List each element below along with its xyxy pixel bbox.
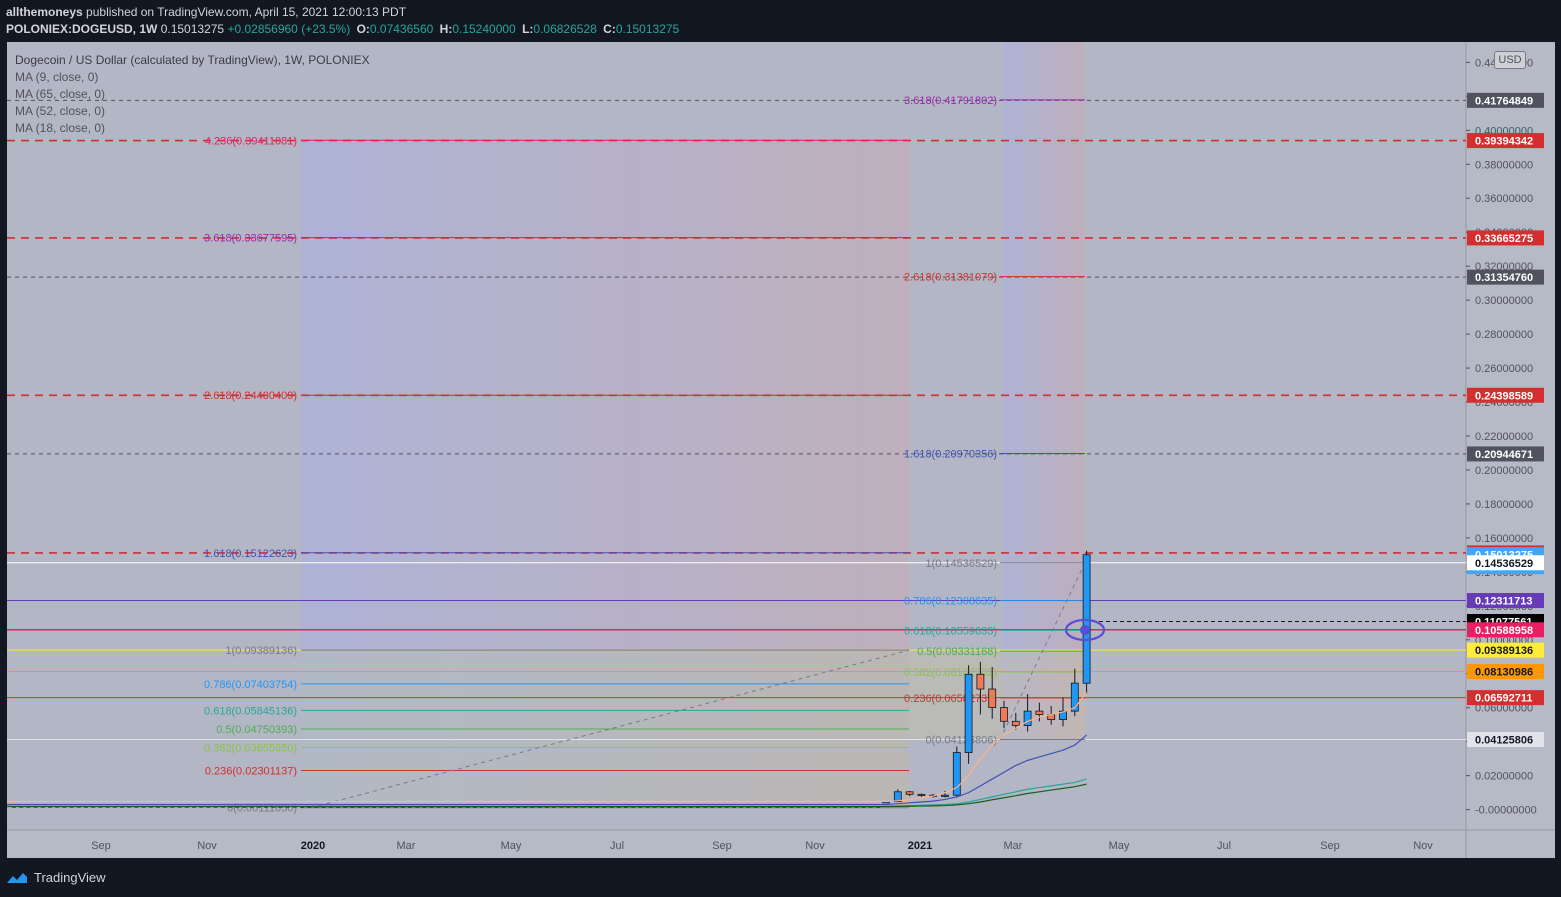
- price-tag-label: 0.12311713: [1475, 596, 1533, 608]
- x-tick-label: May: [1109, 840, 1130, 852]
- fib-label: 0.5(0.09331168): [917, 646, 997, 658]
- fib-label: 0.236(0.06582737): [904, 693, 997, 705]
- tradingview-logo[interactable]: TradingView: [6, 870, 106, 885]
- price-tag-label: 0.08130986: [1475, 667, 1533, 679]
- price-tag-label: 0.06592711: [1475, 693, 1533, 705]
- footer-bar: TradingView: [0, 860, 1561, 897]
- price-tag-label: 0.10588958: [1475, 625, 1533, 637]
- brand-label: TradingView: [34, 870, 106, 885]
- fib-label: 2.618(0.24400409): [204, 390, 297, 402]
- y-tick-label: 0.28000000: [1475, 329, 1533, 341]
- fib-label: 0.618(0.05845136): [204, 705, 297, 717]
- fib-label: 3.618(0.33677595): [204, 233, 297, 245]
- y-tick-label: 0.30000000: [1475, 295, 1533, 307]
- legend-ma-18[interactable]: MA (18, close, 0): [15, 120, 370, 137]
- price-tag-label: 0.09389136: [1475, 645, 1533, 657]
- currency-badge[interactable]: USD: [1494, 51, 1526, 69]
- fib-label: 3.618(0.41791802): [904, 95, 997, 107]
- x-tick-label: 2021: [908, 840, 932, 852]
- price-tag-label: 0.39394342: [1475, 136, 1533, 148]
- fib-label: 1(0.09389136): [225, 645, 297, 657]
- y-tick-label: 0.20000000: [1475, 465, 1533, 477]
- x-tick-label: Jul: [610, 840, 624, 852]
- fib-label: 0.5(0.04750393): [216, 724, 297, 736]
- candle-body: [917, 793, 926, 796]
- x-tick-label: Nov: [805, 840, 825, 852]
- y-tick-label: 0.22000000: [1475, 431, 1533, 443]
- price-tag-label: 0.31354760: [1475, 272, 1533, 284]
- fib-label: 0.618(0.10559633): [904, 625, 997, 637]
- y-tick-label: 0.38000000: [1475, 159, 1533, 171]
- x-tick-label: 2020: [301, 840, 325, 852]
- price-tag-label: 0.04125806: [1475, 735, 1533, 747]
- y-tick-label: 0.16000000: [1475, 533, 1533, 545]
- x-tick-label: May: [501, 840, 522, 852]
- fib-zone: [1003, 42, 1085, 740]
- price-tag-label: 0.14536529: [1475, 558, 1533, 570]
- candle-body: [1035, 710, 1044, 715]
- candle-body: [941, 794, 949, 797]
- price-tag-label: 0.20944671: [1475, 449, 1533, 461]
- x-tick-label: Mar: [1004, 840, 1023, 852]
- y-tick-label: 0.18000000: [1475, 499, 1533, 511]
- legend-ma-52[interactable]: MA (52, close, 0): [15, 103, 370, 120]
- fib-label: 1.618(0.15122623): [204, 548, 297, 560]
- eye-pupil-icon: [1080, 624, 1090, 635]
- x-tick-label: Nov: [1413, 840, 1433, 852]
- x-tick-label: Sep: [1320, 840, 1340, 852]
- x-tick-label: Sep: [712, 840, 732, 852]
- y-tick-label: -0.00000000: [1475, 805, 1537, 817]
- fib-label: 0(0.04125806): [925, 735, 997, 747]
- x-tick-label: Nov: [197, 840, 217, 852]
- candle-body: [976, 673, 985, 690]
- candle-body: [988, 688, 997, 708]
- fib-label: 1(0.14536529): [925, 558, 997, 570]
- legend-ma-65[interactable]: MA (65, close, 0): [15, 86, 370, 103]
- legend-ma-9[interactable]: MA (9, close, 0): [15, 69, 370, 86]
- candle-body: [1011, 720, 1020, 726]
- fib-label: 1.618(0.20970356): [904, 448, 997, 460]
- tradingview-icon: [7, 872, 27, 883]
- fib-label: 0.786(0.07403754): [204, 679, 297, 691]
- price-tag-label: 0.33665275: [1475, 233, 1533, 245]
- x-tick-label: Sep: [91, 840, 111, 852]
- x-tick-label: Mar: [397, 840, 416, 852]
- time-axis: [7, 830, 1466, 858]
- fib-label: 0.382(0.03655650): [204, 743, 297, 755]
- y-tick-label: 0.26000000: [1475, 363, 1533, 375]
- fib-label: 2.618(0.31381079): [904, 272, 997, 284]
- legend-title: Dogecoin / US Dollar (calculated by Trad…: [15, 53, 370, 67]
- candle-body: [905, 791, 914, 795]
- y-tick-label: 0.36000000: [1475, 193, 1533, 205]
- fib-label: 4.236(0.39411081): [205, 135, 297, 147]
- indicator-legend: Dogecoin / US Dollar (calculated by Trad…: [15, 52, 370, 137]
- y-tick-label: 0.02000000: [1475, 771, 1533, 783]
- candle-body: [964, 673, 973, 753]
- fib-label: 0.236(0.02301137): [205, 766, 297, 778]
- price-tag-label: 0.41764849: [1475, 95, 1533, 107]
- candle-body: [1000, 707, 1008, 722]
- x-tick-label: Jul: [1217, 840, 1231, 852]
- price-tag-label: 0.24398589: [1475, 390, 1533, 402]
- fib-label: 0.786(0.12308635): [904, 596, 997, 608]
